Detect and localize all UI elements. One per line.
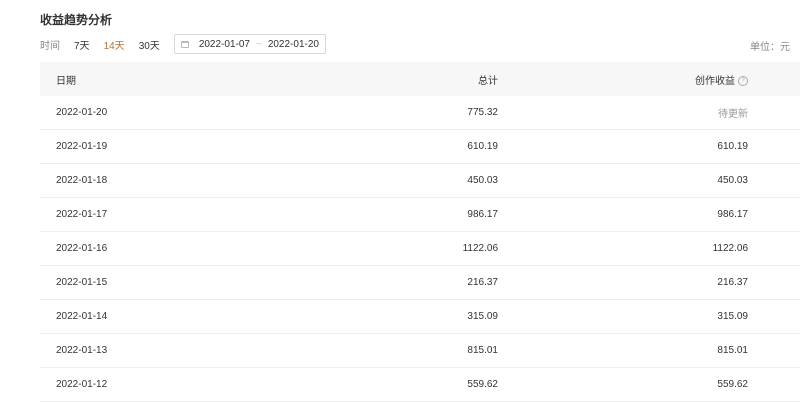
row-income: 216.37 — [717, 277, 748, 288]
range-7-days[interactable]: 7天 — [74, 37, 90, 52]
row-income: 1122.06 — [712, 243, 748, 254]
row-income: 315.09 — [717, 311, 748, 322]
row-income: 待更新 — [718, 109, 748, 120]
row-date: 2022-01-20 — [56, 107, 108, 118]
row-date: 2022-01-19 — [56, 141, 108, 152]
range-30-days[interactable]: 30天 — [139, 37, 160, 52]
row-total: 815.01 — [467, 345, 498, 356]
header-income: 创作收益? — [498, 72, 748, 87]
row-date: 2022-01-15 — [56, 277, 108, 288]
unit-label: 单位：元 — [750, 42, 790, 53]
row-date: 2022-01-13 — [56, 345, 108, 356]
row-total: 986.17 — [467, 209, 498, 220]
row-income: 450.03 — [717, 175, 748, 186]
date-range-picker[interactable]: 2022-01-07 ~ 2022-01-20 — [173, 34, 326, 54]
start-date: 2022-01-07 — [198, 38, 250, 50]
row-total: 315.09 — [467, 311, 498, 322]
date-separator: ~ — [255, 38, 262, 50]
header-income-label: 创作收益 — [695, 75, 735, 87]
row-income: 610.19 — [717, 141, 748, 152]
help-icon[interactable]: ? — [738, 75, 748, 86]
row-total: 450.03 — [467, 175, 498, 186]
table-row: 2022-01-12 559.62 559.62 — [40, 368, 800, 402]
row-date: 2022-01-14 — [56, 311, 108, 322]
row-date: 2022-01-17 — [56, 209, 108, 220]
table-row: 2022-01-15 216.37 216.37 — [40, 266, 800, 300]
row-total: 610.19 — [467, 141, 498, 152]
row-total: 216.37 — [467, 277, 498, 288]
calendar-icon — [180, 40, 189, 48]
row-date: 2022-01-16 — [56, 243, 108, 254]
row-income: 986.17 — [717, 209, 748, 220]
range-14-days[interactable]: 14天 — [104, 37, 125, 52]
table-row: 2022-01-17 986.17 986.17 — [40, 198, 800, 232]
time-filter-label: 时间 — [40, 40, 60, 52]
table-row: 2022-01-20 775.32 待更新 — [40, 96, 800, 130]
table-header: 日期 总计 创作收益? — [40, 62, 800, 96]
row-income: 815.01 — [717, 345, 748, 356]
table-row: 2022-01-19 610.19 610.19 — [40, 130, 800, 164]
row-total: 1122.06 — [462, 243, 498, 254]
row-total: 775.32 — [467, 107, 498, 118]
page-title: 收益趋势分析 — [40, 13, 113, 27]
earnings-table: 日期 总计 创作收益? 2022-01-20 775.32 待更新 2022-01-1… — [40, 62, 800, 402]
end-date: 2022-01-20 — [267, 38, 319, 50]
header-total: 总计 — [478, 75, 498, 87]
time-filter-bar: 时间 7天 14天 30天 2022-01-07 ~ 2022-01-20 — [40, 33, 326, 55]
table-row: 2022-01-13 815.01 815.01 — [40, 334, 800, 368]
table-row: 2022-01-18 450.03 450.03 — [40, 164, 800, 198]
row-date: 2022-01-18 — [56, 175, 108, 186]
table-row: 2022-01-16 1122.06 1122.06 — [40, 232, 800, 266]
table-row: 2022-01-14 315.09 315.09 — [40, 300, 800, 334]
header-date: 日期 — [56, 75, 76, 87]
